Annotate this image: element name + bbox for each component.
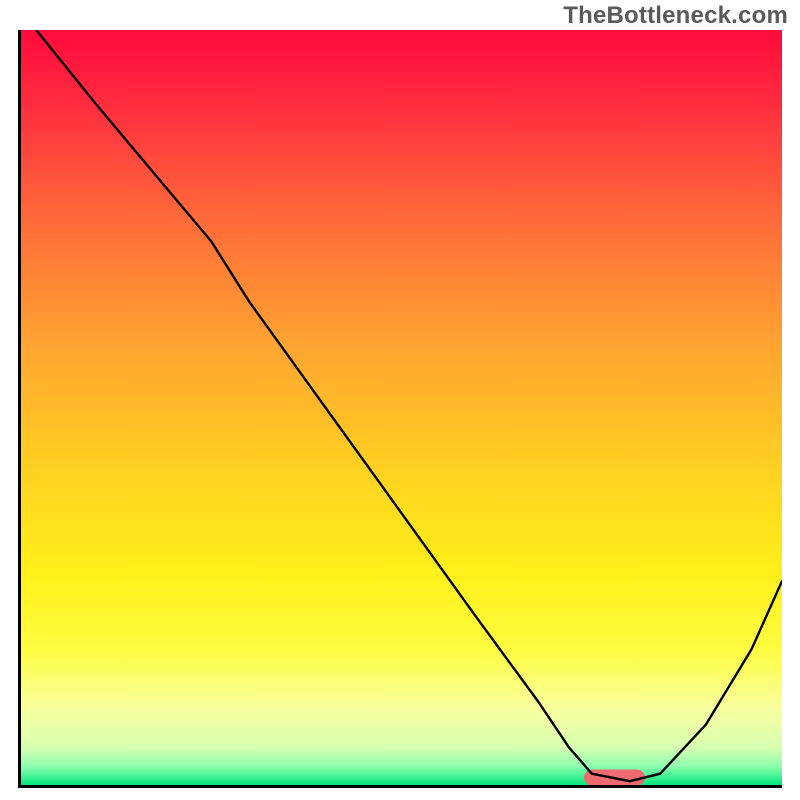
chart-frame: TheBottleneck.com [0,0,800,800]
gradient-background [21,30,782,785]
watermark-text: TheBottleneck.com [563,2,788,30]
plot-area [18,30,782,788]
chart-svg [21,30,782,785]
